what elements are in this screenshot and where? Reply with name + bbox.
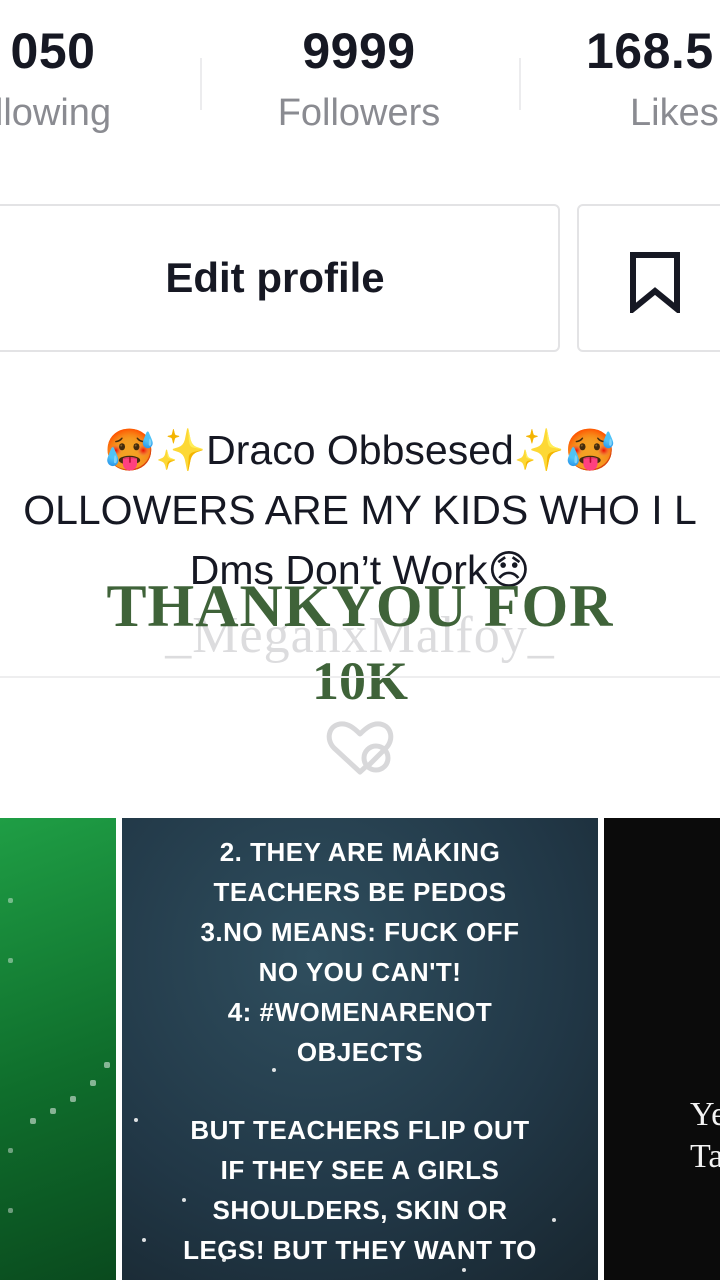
tile-text-line: OBJECTS	[296, 1037, 424, 1067]
tile-text-line: LEGS! BUT THEY WANT TO	[183, 1235, 537, 1265]
bio-line-2: OLLOWERS ARE MY KIDS WHO I L	[23, 487, 697, 533]
bio-line-1: 🥵✨Draco Obbsesed✨🥵	[104, 427, 616, 473]
followers-stat[interactable]: 9999 Followers	[244, 22, 474, 135]
bookmark-icon	[630, 252, 680, 313]
followers-label: Followers	[277, 92, 441, 134]
video-tile[interactable]	[0, 818, 116, 1280]
video-tile[interactable]: 2. THEY ARE MAKING TEACHERS BE PEDOS 3.N…	[122, 818, 598, 1280]
tile-text-line: 2. THEY ARE MAKING	[219, 837, 501, 867]
bookmark-button[interactable]	[577, 204, 720, 352]
tile-text-line: TEACHERS BE PEDOS	[213, 877, 507, 907]
liked-videos-tab[interactable]	[326, 720, 398, 781]
tile-text-line: Ta	[690, 1138, 720, 1175]
video-tile[interactable]: Ye Ta	[604, 818, 720, 1280]
following-stat[interactable]: 050 llowing	[0, 22, 168, 135]
likes-stat[interactable]: 168.5 Likes	[586, 22, 720, 135]
edit-profile-button[interactable]: Edit profile	[0, 204, 560, 352]
following-count: 050	[10, 23, 96, 79]
following-label: llowing	[0, 92, 112, 134]
section-divider	[0, 676, 720, 678]
tile-text-line: 3.NO MEANS: FUCK OFF	[200, 917, 520, 947]
tile-text-line: IF THEY SEE A GIRLS	[220, 1155, 500, 1185]
profile-actions: Edit profile	[0, 204, 720, 356]
thankyou-overlay: THANKYOU FOR	[106, 573, 614, 639]
likes-count: 168.5	[586, 23, 714, 79]
tile-text-line: SHOULDERS, SKIN OR	[212, 1195, 508, 1225]
tile-text-line: Ye	[690, 1096, 720, 1133]
stats-divider	[519, 58, 521, 110]
tile-text-line: 4: #WOMENARENOT	[227, 997, 493, 1027]
stats-divider	[200, 58, 202, 110]
likes-label: Likes	[630, 92, 719, 134]
video-grid: 2. THEY ARE MAKING TEACHERS BE PEDOS 3.N…	[0, 818, 720, 1280]
tile-text-line: NO YOU CAN'T!	[258, 957, 462, 987]
milestone-overlay: 10K	[311, 651, 408, 711]
followers-count: 9999	[302, 23, 416, 79]
heart-slash-icon	[326, 721, 394, 775]
tile-text-line: BUT TEACHERS FLIP OUT	[190, 1115, 530, 1145]
profile-stats: 050 llowing 9999 Followers 168.5 Likes	[0, 0, 720, 170]
